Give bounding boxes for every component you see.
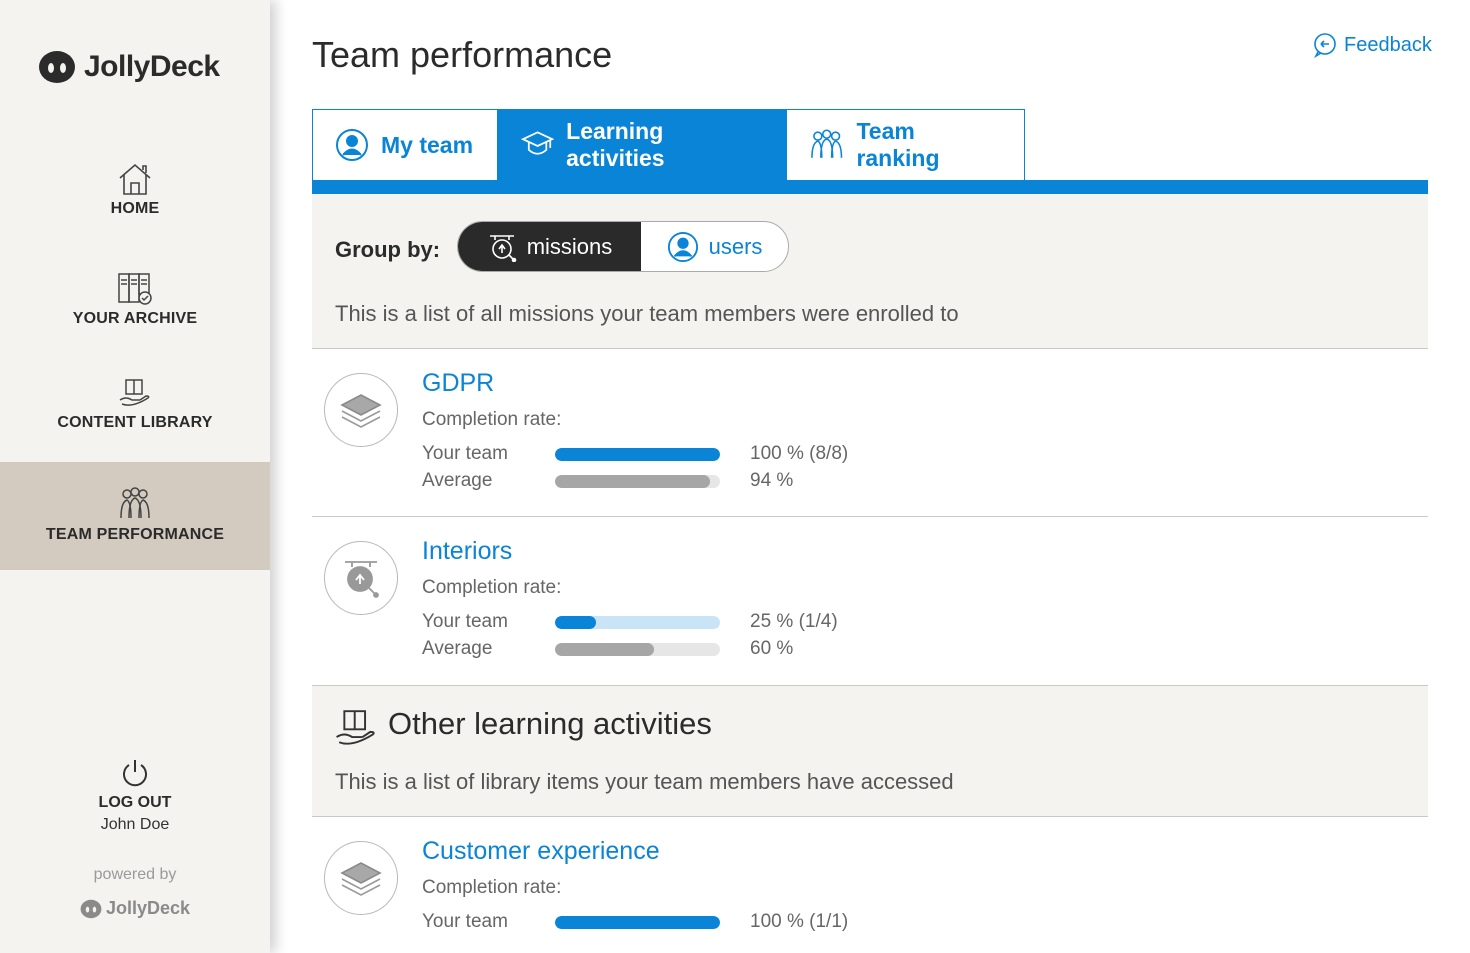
group-by-panel: Group by: missions users This is a list … <box>312 194 1428 349</box>
average-progress-bar <box>555 643 720 656</box>
average-progress-fill <box>555 643 654 656</box>
tab-team-ranking[interactable]: Team ranking <box>786 109 1025 180</box>
average-label: Average <box>422 638 493 659</box>
average-progress-row: Average 60 % <box>422 638 1022 660</box>
group-by-label: Group by: <box>335 237 441 262</box>
powered-brand-name: JollyDeck <box>106 898 191 918</box>
sidebar-item-home[interactable]: HOME <box>0 162 270 252</box>
average-progress-row: Average 94 % <box>422 470 1022 492</box>
logout-label: LOG OUT <box>98 794 172 811</box>
team-icon <box>120 487 150 519</box>
team-progress-row: Your team 25 % (1/4) <box>422 611 1022 633</box>
jollydeck-logo-icon <box>39 51 75 83</box>
library-item-name-link[interactable]: Customer experience <box>422 837 660 866</box>
feedback-icon <box>1314 33 1336 58</box>
mission-gong-icon <box>489 234 517 262</box>
library-item-icon-circle <box>324 841 398 915</box>
mission-icon-circle <box>324 373 398 447</box>
user-name: John Doe <box>100 816 170 833</box>
mission-name-link[interactable]: Interiors <box>422 537 512 566</box>
home-icon <box>119 163 151 195</box>
average-label: Average <box>422 470 493 491</box>
main-content: Team performance Feedback My team Learni… <box>270 0 1470 953</box>
team-progress-bar <box>555 916 720 929</box>
team-progress-fill <box>555 916 720 929</box>
sidebar-item-label: TEAM PERFORMANCE <box>45 526 225 543</box>
team-progress-fill <box>555 448 720 461</box>
feedback-label: Feedback <box>1344 33 1432 56</box>
group-by-missions-option[interactable]: missions <box>458 222 641 271</box>
average-progress-bar <box>555 475 720 488</box>
other-activities-panel: Other learning activities This is a list… <box>312 686 1428 817</box>
completion-rate-label: Completion rate: <box>422 877 562 898</box>
sidebar-item-your-archive[interactable]: YOUR ARCHIVE <box>0 270 270 360</box>
power-icon <box>123 760 147 787</box>
tab-label: Learning activities <box>566 118 665 171</box>
sidebar-item-content-library[interactable]: CONTENT LIBRARY <box>0 376 270 466</box>
brand-logo[interactable]: JollyDeck <box>38 50 220 84</box>
book-hand-icon <box>336 710 375 745</box>
jollydeck-logo-icon <box>80 899 102 918</box>
user-circle-icon <box>336 129 368 161</box>
layers-icon <box>340 862 382 896</box>
user-circle-icon <box>667 231 698 262</box>
tab-my-team[interactable]: My team <box>312 109 498 180</box>
toggle-label: missions <box>526 233 613 259</box>
feedback-link[interactable]: Feedback <box>1312 32 1432 58</box>
tab-learning-activities[interactable]: Learning activities <box>498 109 786 180</box>
mission-item: Interiors Completion rate: Your team 25 … <box>312 517 1428 686</box>
team-progress-value: 100 % (8/8) <box>750 443 849 464</box>
team-progress-bar <box>555 616 720 629</box>
mission-icon-circle <box>324 541 398 615</box>
team-label: Your team <box>422 611 508 632</box>
team-progress-value: 100 % (1/1) <box>750 911 849 932</box>
library-item: Customer experience Completion rate: You… <box>312 817 1428 953</box>
average-progress-value: 94 % <box>750 470 794 491</box>
group-by-toggle: missions users <box>457 221 789 272</box>
average-progress-value: 60 % <box>750 638 794 659</box>
mission-item: GDPR Completion rate: Your team 100 % (8… <box>312 349 1428 517</box>
page-title: Team performance <box>312 34 613 75</box>
gong-icon <box>345 561 379 598</box>
tab-label: My team <box>381 131 474 158</box>
sidebar-item-label: YOUR ARCHIVE <box>72 310 198 327</box>
other-activities-title: Other learning activities <box>388 706 712 741</box>
sidebar-item-team-performance[interactable]: TEAM PERFORMANCE <box>0 462 270 570</box>
tab-underline <box>312 180 1428 194</box>
tab-label: Team ranking <box>856 118 940 171</box>
sidebar-item-label: HOME <box>110 200 160 217</box>
archive-icon <box>118 273 152 305</box>
group-by-description: This is a list of all missions your team… <box>335 301 959 326</box>
team-ranking-icon <box>811 129 843 158</box>
toggle-label: users <box>708 233 763 259</box>
average-progress-fill <box>555 475 711 488</box>
other-activities-description: This is a list of library items your tea… <box>335 769 954 794</box>
completion-rate-label: Completion rate: <box>422 577 562 598</box>
powered-by-text: powered by <box>93 866 177 883</box>
book-hand-icon <box>119 379 150 406</box>
mission-name-link[interactable]: GDPR <box>422 369 494 398</box>
team-progress-bar <box>555 448 720 461</box>
layers-icon <box>340 394 382 428</box>
completion-rate-label: Completion rate: <box>422 409 562 430</box>
powered-by-logo: JollyDeck <box>80 898 190 919</box>
brand-name: JollyDeck <box>84 50 220 83</box>
sidebar-item-label: CONTENT LIBRARY <box>57 414 213 431</box>
team-progress-value: 25 % (1/4) <box>750 611 838 632</box>
team-progress-fill <box>555 616 597 629</box>
graduation-cap-icon <box>521 131 555 155</box>
group-by-users-option[interactable]: users <box>641 222 788 271</box>
sidebar: JollyDeck HOME YOUR ARCHIVE CONTENT LIBR… <box>0 0 270 953</box>
team-progress-row: Your team 100 % (8/8) <box>422 443 1022 465</box>
team-label: Your team <box>422 443 508 464</box>
tab-bar: My team Learning activities Team ranking <box>312 109 1025 180</box>
team-progress-row: Your team 100 % (1/1) <box>422 911 1022 933</box>
logout-button[interactable]: LOG OUT John Doe <box>0 758 270 834</box>
team-label: Your team <box>422 911 508 932</box>
